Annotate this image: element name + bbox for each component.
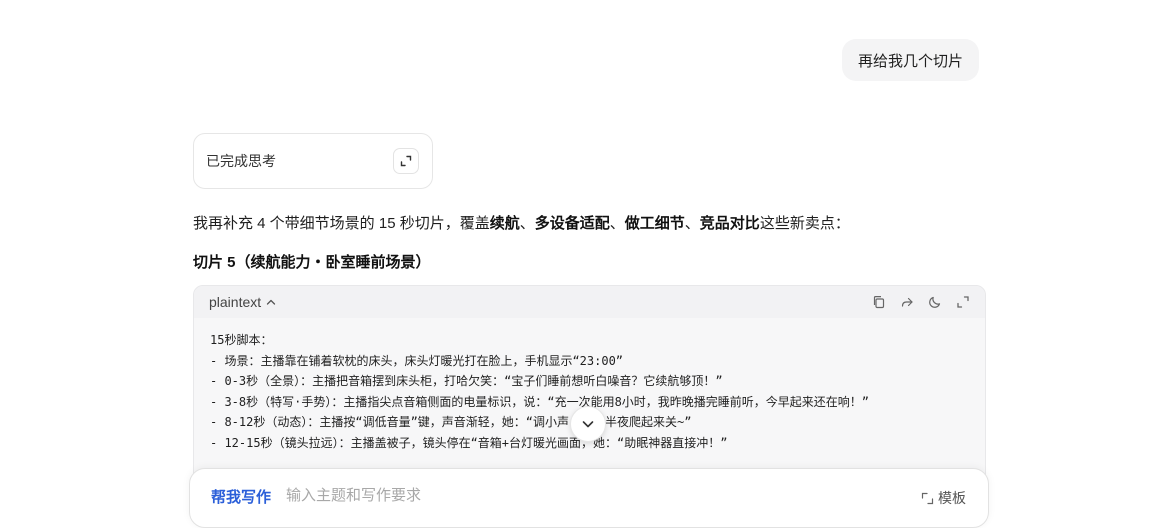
- chevron-down-icon: [582, 421, 594, 428]
- intro-sep: 、: [684, 215, 700, 232]
- code-language-toggle[interactable]: plaintext: [209, 294, 277, 310]
- code-block: plaintext 15秒脚本： - 场景：主播靠在铺着软枕的床头，床头灯暖光打…: [193, 285, 986, 485]
- moon-icon: [929, 296, 941, 308]
- selling-point-battery: 续航: [489, 215, 520, 232]
- intro-text: 我再补充 4 个带细节场景的 15 秒切片，覆盖: [193, 215, 490, 232]
- share-code-button[interactable]: [897, 292, 917, 312]
- copy-code-button[interactable]: [869, 292, 889, 312]
- intro-text-end: 这些新卖点：: [759, 215, 850, 232]
- writing-mode-label[interactable]: 帮我写作: [211, 486, 271, 507]
- expand-thinking-button[interactable]: [393, 148, 419, 174]
- thinking-status-label: 已完成思考: [206, 153, 276, 169]
- section-title: 切片 5（续航能力・卧室睡前场景）: [193, 254, 431, 271]
- theme-toggle-button[interactable]: [925, 292, 945, 312]
- code-line: 15秒脚本：: [210, 333, 273, 347]
- template-icon: [921, 492, 934, 504]
- fullscreen-icon: [957, 296, 969, 308]
- thinking-status-card: 已完成思考: [193, 133, 433, 189]
- fullscreen-code-button[interactable]: [953, 292, 973, 312]
- code-line: - 场景：主播靠在铺着软枕的床头，床头灯暖光打在脸上，手机显示“23:00”: [210, 353, 624, 368]
- expand-icon: [400, 155, 412, 167]
- code-toolbar: [869, 292, 973, 312]
- scroll-to-bottom-button[interactable]: [570, 406, 606, 442]
- intro-sep: 、: [519, 215, 535, 232]
- selling-point-multidevice: 多设备适配: [534, 215, 610, 232]
- chevron-up-icon: [267, 299, 276, 305]
- code-block-header: plaintext: [194, 286, 985, 318]
- intro-sep: 、: [609, 215, 625, 232]
- copy-icon: [873, 296, 885, 309]
- share-icon: [901, 297, 913, 307]
- code-language-label: plaintext: [209, 294, 262, 310]
- prompt-input[interactable]: [286, 484, 686, 506]
- message-composer: 帮我写作 模板: [189, 468, 989, 528]
- selling-point-comparison: 竞品对比: [699, 215, 760, 232]
- response-intro: 我再补充 4 个带细节场景的 15 秒切片，覆盖续航、多设备适配、做工细节、竞品…: [193, 212, 850, 233]
- code-line: - 0-3秒（全景）：主播把音箱摆到床头柜，打哈欠笑：“宝子们睡前想听白噪音？它…: [210, 374, 723, 388]
- user-message-bubble: 再给我几个切片: [842, 39, 980, 81]
- template-button[interactable]: 模板: [921, 488, 966, 508]
- user-message-text: 再给我几个切片: [858, 52, 964, 70]
- selling-point-craft: 做工细节: [624, 215, 685, 232]
- template-label: 模板: [938, 490, 966, 506]
